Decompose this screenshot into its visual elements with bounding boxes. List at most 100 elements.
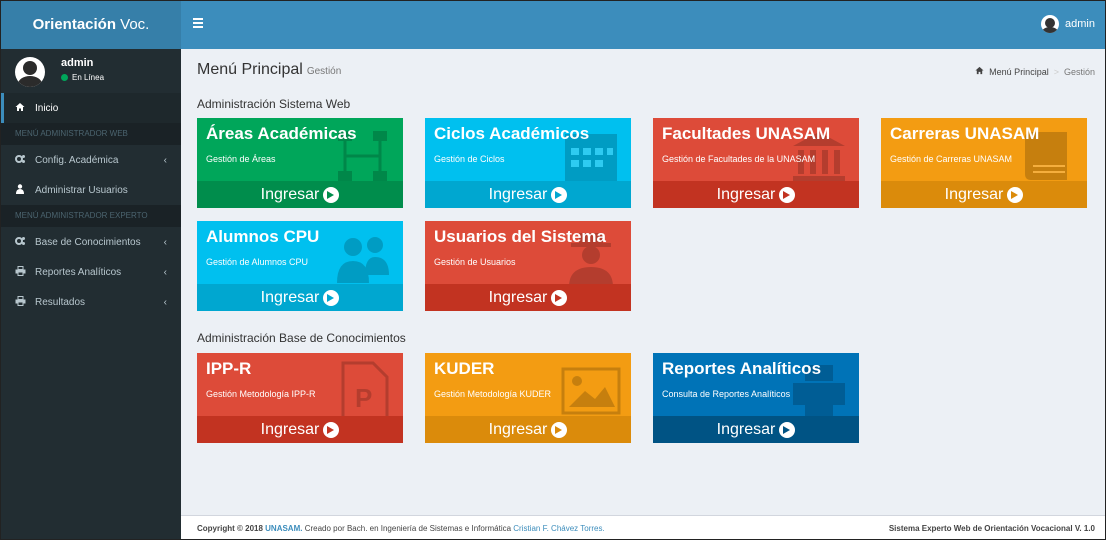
image-icon [561, 367, 621, 415]
ingresar-button[interactable]: Ingresar [653, 181, 859, 208]
breadcrumb-current: Gestión [1063, 66, 1095, 77]
app-frame: Orientación Voc. admin admin En Línea In… [0, 0, 1106, 540]
tile-desc: Gestión Metodología IPP-R [206, 389, 316, 399]
sidebar-item-label: Resultados [35, 296, 86, 308]
arrow-circle-right-icon [551, 289, 568, 306]
tile-title: KUDER [434, 359, 495, 378]
tile-desc: Gestión de Carreras UNASAM [890, 154, 1013, 164]
tile-title: Carreras UNASAM [890, 124, 1040, 143]
arrow-circle-right-icon [779, 186, 796, 203]
chevron-left-icon: ‹ [163, 296, 167, 308]
ingresar-label: Ingresar [260, 289, 320, 306]
ingresar-button[interactable]: Ingresar [653, 416, 859, 443]
ingresar-label: Ingresar [716, 421, 776, 438]
ingresar-button[interactable]: Ingresar [881, 181, 1087, 208]
tile-desc: Gestión de Usuarios [434, 257, 516, 267]
sidebar-toggle-icon[interactable] [193, 16, 205, 32]
tile-desc: Gestión de Facultades de la UNASAM [662, 154, 816, 164]
tile-desc: Consulta de Reportes Analíticos [662, 389, 791, 399]
tile-title: Reportes Analíticos [662, 359, 822, 378]
arrow-circle-right-icon [1007, 186, 1024, 203]
sidebar-item-label: Reportes Analíticos [35, 266, 122, 278]
tile-reportes-analiticos: Reportes Analíticos Consulta de Reportes… [653, 353, 859, 443]
ingresar-label: Ingresar [488, 421, 548, 438]
sidebar-item-resultados[interactable]: Resultados ‹ [1, 287, 181, 317]
tile-title: Facultades UNASAM [662, 124, 831, 143]
ingresar-label: Ingresar [260, 186, 320, 203]
ingresar-button[interactable]: Ingresar [425, 416, 631, 443]
sidebar-item-label: Base de Conocimientos [35, 236, 141, 248]
main-content: Menú Principal Gestión Menú Principal > G… [181, 49, 1105, 539]
arrow-circle-right-icon [551, 186, 568, 203]
ingresar-button[interactable]: Ingresar [197, 416, 403, 443]
footer-version: Sistema Experto Web de Orientación Vocac… [888, 524, 1095, 533]
tile-desc: Gestión de Ciclos [434, 154, 505, 164]
home-icon [15, 102, 29, 115]
online-dot-icon [61, 74, 68, 81]
page-title-text: Menú Principal [197, 61, 303, 78]
tile-alumnos-cpu: Alumnos CPU Gestión de Alumnos CPU Ingre… [197, 221, 403, 311]
footer: Copyright © 2018 UNASAM. Creado por Bach… [181, 515, 1105, 539]
user-status-label: En Línea [72, 73, 105, 82]
ingresar-button[interactable]: Ingresar [425, 181, 631, 208]
page-title: Menú Principal Gestión [197, 61, 341, 79]
tile-title: Alumnos CPU [206, 227, 320, 246]
cogs-icon [15, 154, 29, 167]
ingresar-label: Ingresar [944, 186, 1004, 203]
sidebar-item-label: Config. Académica [35, 154, 119, 166]
footer-copyright: Copyright © 2018 UNASAM. Creado por Bach… [197, 524, 605, 533]
sidebar-item-label: Administrar Usuarios [35, 184, 128, 196]
page-subtitle: Gestión [306, 66, 342, 77]
user-menu-name: admin [1065, 18, 1095, 30]
tile-title: Ciclos Académicos [434, 124, 590, 143]
chevron-left-icon: ‹ [163, 236, 167, 248]
logo-bold: Orientación [32, 16, 116, 33]
tile-desc: Gestión de Alumnos CPU [206, 257, 309, 267]
ingresar-label: Ingresar [488, 289, 548, 306]
ingresar-label: Ingresar [716, 186, 776, 203]
avatar [15, 57, 45, 87]
tile-areas-academicas: Áreas Académicas Gestión de Áreas Ingres… [197, 118, 403, 208]
chevron-left-icon: ‹ [163, 266, 167, 278]
sidebar-item-administrar-usuarios[interactable]: Administrar Usuarios [1, 175, 181, 205]
chevron-left-icon: ‹ [163, 154, 167, 166]
menu-header-web: MENÚ ADMINISTRADOR WEB [1, 123, 181, 145]
arrow-circle-right-icon [323, 186, 340, 203]
tile-title: IPP-R [206, 359, 252, 378]
footer-copy: Copyright © 2018 [197, 524, 266, 533]
sidebar-item-config-academica[interactable]: Config. Académica ‹ [1, 145, 181, 175]
sidebar-item-inicio[interactable]: Inicio [1, 93, 181, 123]
footer-author-link[interactable]: Cristian F. Chávez Torres. [513, 524, 604, 533]
footer-mid: Creado por Bach. en Ingeniería de Sistem… [302, 524, 514, 533]
arrow-circle-right-icon [323, 421, 340, 438]
users-icon [337, 237, 389, 283]
sidebar-item-base-conocimientos[interactable]: Base de Conocimientos ‹ [1, 227, 181, 257]
ingresar-button[interactable]: Ingresar [197, 181, 403, 208]
breadcrumb: Menú Principal > Gestión [975, 66, 1095, 77]
sidebar-user-name: admin [61, 57, 94, 69]
users-icon [15, 183, 29, 197]
tile-facultades-unasam: Facultades UNASAM Gestión de Facultades … [653, 118, 859, 208]
breadcrumb-item[interactable]: Menú Principal [989, 67, 1049, 77]
cogs-icon [15, 236, 29, 249]
ingresar-button[interactable]: Ingresar [425, 284, 631, 311]
arrow-circle-right-icon [551, 421, 568, 438]
user-status: En Línea [61, 73, 104, 82]
user-avatar-icon [1041, 15, 1060, 33]
footer-org-link[interactable]: UNASAM. [265, 524, 302, 533]
tile-desc: Gestión Metodología KUDER [434, 389, 552, 399]
tile-ciclos-academicos: Ciclos Académicos Gestión de Ciclos Ingr… [425, 118, 631, 208]
tile-ipp-r: P IPP-R Gestión Metodología IPP-R Ingres… [197, 353, 403, 443]
ingresar-label: Ingresar [260, 421, 320, 438]
tile-carreras-unasam: Carreras UNASAM Gestión de Carreras UNAS… [881, 118, 1087, 208]
tile-title: Áreas Académicas [206, 124, 357, 143]
ingresar-button[interactable]: Ingresar [197, 284, 403, 311]
app-logo[interactable]: Orientación Voc. [1, 1, 181, 49]
sidebar-item-label: Inicio [35, 102, 59, 114]
sidebar-item-reportes-analiticos[interactable]: Reportes Analíticos ‹ [1, 257, 181, 287]
user-panel: admin En Línea [1, 49, 181, 93]
arrow-circle-right-icon [323, 289, 340, 306]
file-powerpoint-icon: P [341, 361, 389, 421]
ingresar-label: Ingresar [488, 186, 548, 203]
user-menu[interactable]: admin [1041, 15, 1095, 33]
